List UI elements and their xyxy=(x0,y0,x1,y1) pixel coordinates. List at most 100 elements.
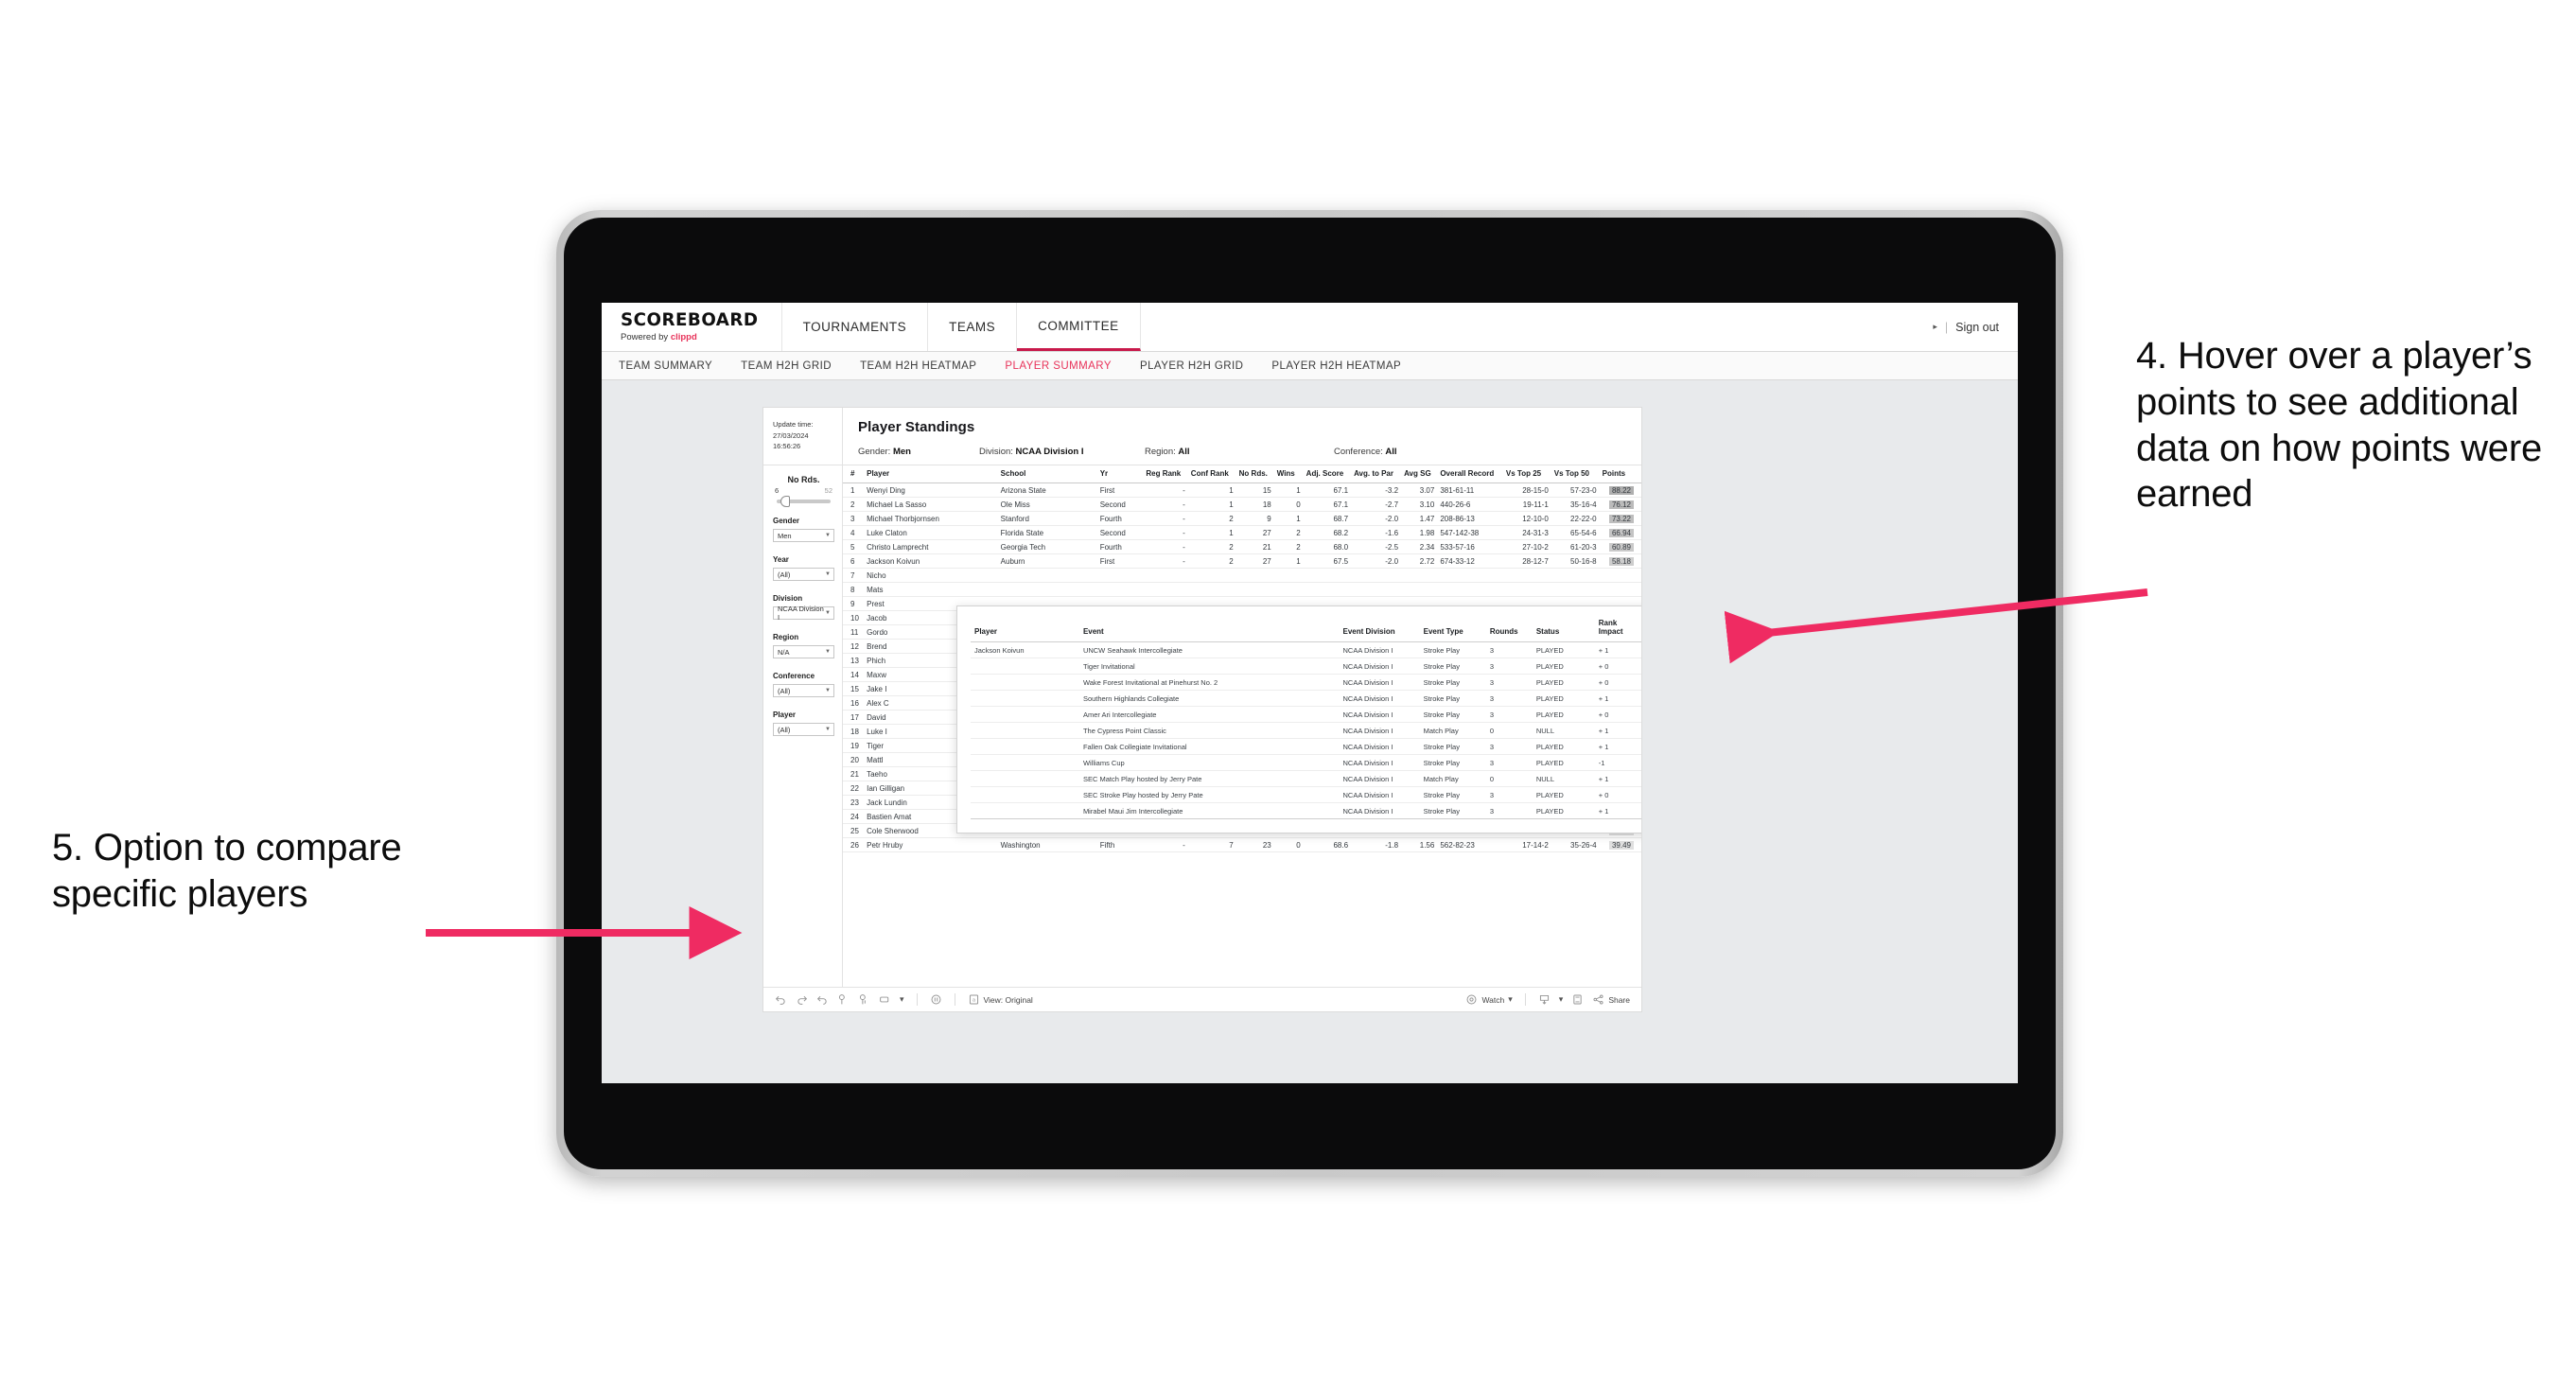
tt-cell-rank-impact: -1 xyxy=(1594,754,1641,771)
subnav-item-player-h2h-heatmap[interactable]: PLAYER H2H HEATMAP xyxy=(1271,360,1401,372)
slider-track[interactable] xyxy=(777,496,831,507)
fullscreen-icon[interactable] xyxy=(1571,993,1584,1006)
tooltip-row: Wake Forest Invitational at Pinehurst No… xyxy=(971,674,1641,691)
subnav-item-player-h2h-grid[interactable]: PLAYER H2H GRID xyxy=(1140,360,1243,372)
revert-icon[interactable] xyxy=(816,993,829,1006)
tooltip-row: The Cypress Point Classic NCAA Division I… xyxy=(971,722,1641,739)
tt-cell-rounds: 3 xyxy=(1485,674,1533,691)
col-reg-rank[interactable]: Reg Rank xyxy=(1143,465,1188,483)
cell-rank: 13 xyxy=(843,653,865,668)
cell-points[interactable]: 39.49 xyxy=(1599,837,1641,852)
tt-cell-type: Stroke Play xyxy=(1419,690,1486,707)
cell-player: Wenyi Ding xyxy=(864,482,998,498)
cell-player: Christo Lamprecht xyxy=(864,539,998,554)
filter-player-select[interactable]: (All) ▼ xyxy=(773,723,834,736)
view-original-button[interactable]: a View: Original xyxy=(968,993,1033,1006)
nav-item-teams[interactable]: TEAMS xyxy=(928,303,1018,351)
device-layout-caret-icon[interactable]: ▾ xyxy=(900,994,904,1005)
cell-rank: 7 xyxy=(843,568,865,583)
cell-points[interactable]: 73.22 xyxy=(1599,511,1641,526)
cell-points[interactable] xyxy=(1599,568,1641,583)
cell-points[interactable]: 88.22 xyxy=(1599,482,1641,498)
col-no-rounds[interactable]: No Rds. xyxy=(1235,465,1274,483)
cell-rank: 22 xyxy=(843,781,865,796)
tt-cell-type: Stroke Play xyxy=(1419,706,1486,723)
subnav-item-team-h2h-heatmap[interactable]: TEAM H2H HEATMAP xyxy=(860,360,976,372)
filter-conference-select[interactable]: (All) ▼ xyxy=(773,684,834,697)
table-row[interactable]: 3 Michael Thorbjornsen Stanford Fourth -2 9 1 6… xyxy=(843,511,1641,526)
table-row[interactable]: 4 Luke Claton Florida State Second -1 27 2 68.2… xyxy=(843,525,1641,540)
filter-division-select[interactable]: NCAA Division I ▼ xyxy=(773,605,834,622)
tooltip-detail-table: Player Event Event Division Event Type R… xyxy=(971,616,1641,819)
table-row[interactable]: 1 Wenyi Ding Arizona State First -1 15 1 67.1 -3… xyxy=(843,482,1641,498)
filter-gender-select[interactable]: Men ▼ xyxy=(773,529,834,542)
col-wins[interactable]: Wins xyxy=(1273,465,1304,483)
nav-item-committee[interactable]: COMMITTEE xyxy=(1017,303,1141,351)
chevron-right-icon[interactable]: ▸ xyxy=(1933,322,1937,332)
col-rank[interactable]: # xyxy=(843,465,865,483)
tt-cell-type: Stroke Play xyxy=(1419,658,1486,675)
col-overall-record[interactable]: Overall Record xyxy=(1437,465,1503,483)
col-adj-score[interactable]: Adj. Score xyxy=(1303,465,1352,483)
sub-navigation: TEAM SUMMARY TEAM H2H GRID TEAM H2H HEAT… xyxy=(602,352,2018,380)
cell-conf-rank: 2 xyxy=(1187,511,1236,526)
subnav-item-team-summary[interactable]: TEAM SUMMARY xyxy=(619,360,712,372)
viz-title-block: Player Standings Gender: Men Division: N… xyxy=(843,408,1641,465)
tooltip-row: SEC Stroke Play hosted by Jerry Pate NCAA… xyxy=(971,786,1641,803)
col-year[interactable]: Yr xyxy=(1096,465,1144,483)
table-row[interactable]: 7 Nicho xyxy=(843,568,1641,583)
header-filter-gender-value: Men xyxy=(892,447,911,457)
tt-rank-impact-line2: Impact xyxy=(1598,627,1623,636)
col-conf-rank[interactable]: Conf Rank xyxy=(1187,465,1236,483)
cell-points[interactable]: 58.18 xyxy=(1599,553,1641,569)
undo-icon[interactable] xyxy=(775,993,787,1006)
cell-overall-record: 674-33-12 xyxy=(1437,553,1503,569)
watch-button[interactable]: Watch ▾ xyxy=(1465,993,1513,1006)
header-separator: | xyxy=(1944,320,1949,334)
filter-region-select[interactable]: N/A ▼ xyxy=(773,645,834,658)
cell-rank: 20 xyxy=(843,752,865,767)
col-avg-sg[interactable]: Avg SG xyxy=(1401,465,1438,483)
subnav-item-player-summary[interactable]: PLAYER SUMMARY xyxy=(1005,360,1112,372)
filter-gender-label: Gender xyxy=(773,517,800,525)
col-vs-top-50[interactable]: Vs Top 50 xyxy=(1551,465,1600,483)
filter-no-rounds-slider[interactable]: No Rds. 6 52 xyxy=(773,475,834,507)
table-row[interactable]: 6 Jackson Koivun Auburn First -2 27 1 67.5 -2.0 2… xyxy=(843,553,1641,569)
table-row[interactable]: 26 Petr Hruby Washington Fifth -7 23 0 68.6 -1.8… xyxy=(843,837,1641,852)
filter-year-select[interactable]: (All) ▼ xyxy=(773,568,834,581)
cell-points[interactable]: 66.94 xyxy=(1599,525,1641,540)
brand-logo[interactable]: SCOREBOARD Powered by clippd xyxy=(602,303,782,351)
refresh-icon[interactable] xyxy=(837,993,850,1006)
subnav-item-team-h2h-grid[interactable]: TEAM H2H GRID xyxy=(741,360,832,372)
cell-no-rounds: 21 xyxy=(1235,539,1274,554)
nav-item-tournaments[interactable]: TOURNAMENTS xyxy=(781,303,929,351)
col-school[interactable]: School xyxy=(997,465,1097,483)
pause-icon[interactable] xyxy=(930,993,942,1006)
col-avg-to-par[interactable]: Avg. to Par xyxy=(1351,465,1402,483)
cell-vs-top-25: 28-15-0 xyxy=(1502,482,1551,498)
download-icon[interactable] xyxy=(1538,993,1551,1006)
cell-points[interactable] xyxy=(1599,582,1641,597)
header-filter-conference-label: Conference: xyxy=(1334,447,1383,457)
cell-points[interactable]: 76.12 xyxy=(1599,497,1641,512)
cell-points[interactable]: 60.89 xyxy=(1599,539,1641,554)
share-button[interactable]: Share xyxy=(1592,993,1630,1006)
cell-vs-top-25: 17-14-2 xyxy=(1502,837,1551,852)
slider-handle[interactable] xyxy=(780,496,790,507)
cell-avg-sg: 3.07 xyxy=(1401,482,1438,498)
device-layout-icon[interactable] xyxy=(879,993,891,1006)
col-points[interactable]: Points xyxy=(1599,465,1641,483)
header-actions: ▸ | Sign out xyxy=(1914,303,2018,351)
tt-cell-player: Jackson Koivun xyxy=(971,641,1079,658)
pause-auto-update-icon[interactable] xyxy=(858,993,870,1006)
table-row[interactable]: 8 Mats xyxy=(843,582,1641,597)
table-row[interactable]: 2 Michael La Sasso Ole Miss Second -1 18 0 67.1… xyxy=(843,497,1641,512)
sign-out-link[interactable]: Sign out xyxy=(1955,321,1999,334)
cell-reg-rank: - xyxy=(1143,482,1188,498)
col-player[interactable]: Player xyxy=(864,465,998,483)
share-icon xyxy=(1592,993,1604,1006)
download-caret-icon[interactable]: ▾ xyxy=(1559,994,1564,1005)
redo-icon[interactable] xyxy=(796,993,808,1006)
table-row[interactable]: 5 Christo Lamprecht Georgia Tech Fourth -2 21… xyxy=(843,539,1641,554)
col-vs-top-25[interactable]: Vs Top 25 xyxy=(1502,465,1551,483)
